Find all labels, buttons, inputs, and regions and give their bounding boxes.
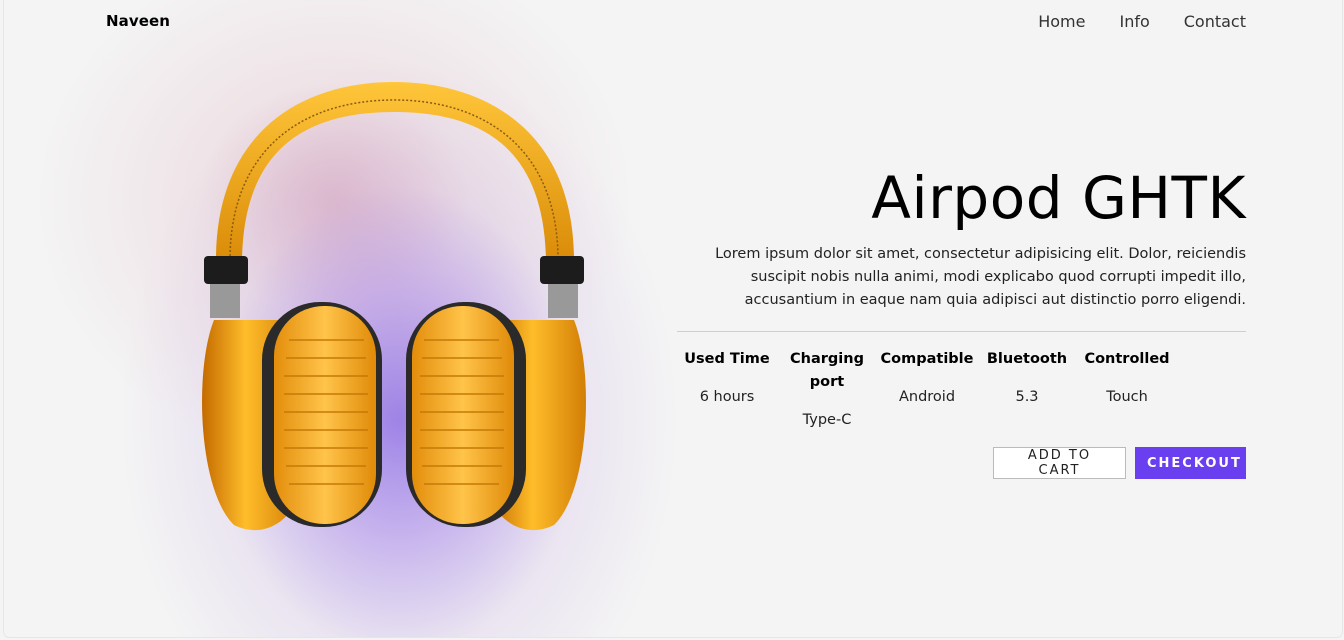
spec-label: Charging port bbox=[790, 351, 864, 390]
action-buttons: ADD TO CART CHECKOUT bbox=[993, 447, 1246, 479]
spec-table: Used Time 6 hours Charging port Type-C C… bbox=[677, 348, 1177, 432]
spec-value: 6 hours bbox=[699, 389, 755, 405]
page-container: Naveen Home Info Contact Airpod GHTK Lor… bbox=[3, 0, 1343, 638]
nav-contact[interactable]: Contact bbox=[1184, 12, 1246, 31]
checkout-button[interactable]: CHECKOUT bbox=[1135, 447, 1246, 479]
spec-label: Compatible bbox=[880, 351, 974, 367]
product-description: Lorem ipsum dolor sit amet, consectetur … bbox=[715, 246, 1246, 308]
spec-bluetooth: Bluetooth 5.3 bbox=[977, 348, 1077, 432]
spec-value: 5.3 bbox=[1015, 389, 1039, 405]
headphones-image bbox=[202, 82, 586, 531]
spec-value: Touch bbox=[1106, 389, 1148, 405]
divider bbox=[677, 331, 1246, 332]
spec-used-time: Used Time 6 hours bbox=[677, 348, 777, 432]
spec-label: Used Time bbox=[684, 351, 770, 367]
spec-value: Type-C bbox=[802, 412, 852, 428]
product-title: Airpod GHTK bbox=[871, 164, 1246, 232]
spec-label: Bluetooth bbox=[986, 351, 1068, 367]
spec-compatible: Compatible Android bbox=[877, 348, 977, 432]
spec-label: Controlled bbox=[1084, 351, 1170, 367]
spec-value: Android bbox=[898, 389, 956, 405]
add-to-cart-button[interactable]: ADD TO CART bbox=[993, 447, 1126, 479]
nav-home[interactable]: Home bbox=[1038, 12, 1085, 31]
brand-logo[interactable]: Naveen bbox=[106, 12, 170, 30]
spec-charging-port: Charging port Type-C bbox=[777, 348, 877, 432]
main-nav: Home Info Contact bbox=[1038, 12, 1246, 31]
spec-controlled: Controlled Touch bbox=[1077, 348, 1177, 432]
nav-info[interactable]: Info bbox=[1119, 12, 1149, 31]
